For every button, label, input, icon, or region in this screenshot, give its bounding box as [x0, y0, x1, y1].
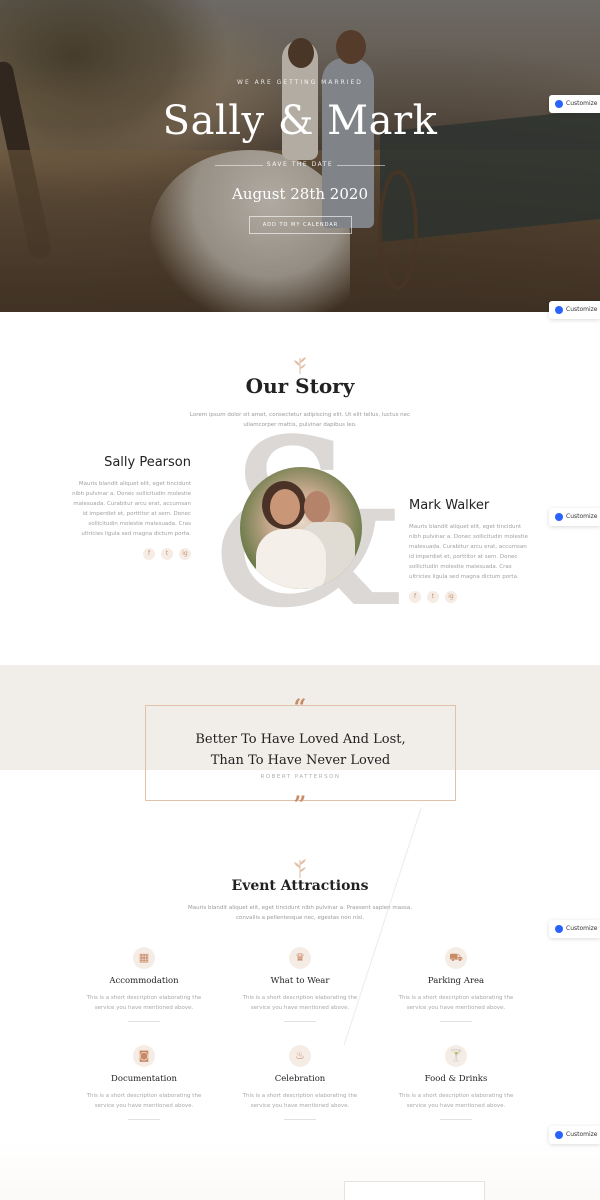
attraction-what-to-wear: ♛ What to Wear This is a short descripti… — [230, 947, 370, 1022]
next-section-card — [344, 1181, 485, 1200]
bride-profile: Sally Pearson Mauris blandit aliquet eli… — [68, 455, 191, 560]
bride-social-links: f t ig — [68, 548, 191, 560]
quote-line-2: Than To Have Never Loved — [210, 753, 391, 768]
attraction-divider — [284, 1021, 316, 1022]
customize-label: Customize — [566, 513, 598, 520]
customize-icon — [555, 513, 563, 521]
photo-bride-face — [270, 489, 300, 525]
camera-icon: ◙ — [133, 1045, 155, 1067]
save-the-date-row: SAVE THE DATE — [215, 160, 385, 170]
instagram-icon[interactable]: ig — [445, 591, 457, 603]
customize-button[interactable]: Customize — [549, 301, 600, 319]
customize-label: Customize — [566, 306, 598, 313]
groom-name: Mark Walker — [409, 498, 490, 513]
cocktail-icon: 🍸 — [445, 1045, 467, 1067]
facebook-icon[interactable]: f — [143, 548, 155, 560]
attraction-divider — [128, 1119, 160, 1120]
customize-icon — [555, 1131, 563, 1139]
bride-bio: Mauris blandit aliquet elit, eget tincid… — [72, 481, 191, 537]
quote-text: Better To Have Loved And Lost, Than To H… — [145, 729, 456, 771]
instagram-icon[interactable]: ig — [179, 548, 191, 560]
sprig-icon — [294, 859, 306, 878]
bride-name: Sally Pearson — [104, 455, 191, 470]
background-branch-decoration — [343, 807, 507, 1073]
groom-bio: Mauris blandit aliquet elit, eget tincid… — [409, 524, 528, 580]
event-attractions-description: Mauris blandit aliquet elit, eget tincid… — [188, 905, 412, 921]
photo-groom-face — [304, 491, 330, 523]
twitter-icon[interactable]: t — [427, 591, 439, 603]
customize-label: Customize — [566, 925, 598, 932]
attraction-documentation: ◙ Documentation This is a short descript… — [74, 1045, 214, 1120]
attraction-description: This is a short description elaborating … — [86, 1093, 202, 1109]
quote-line-1: Better To Have Loved And Lost, — [195, 732, 406, 747]
attraction-description: This is a short description elaborating … — [242, 995, 358, 1011]
attraction-title: Documentation — [111, 1074, 177, 1084]
crown-icon: ♛ — [289, 947, 311, 969]
customize-button[interactable]: Customize — [549, 95, 600, 113]
hero-eyebrow: WE ARE GETTING MARRIED — [237, 79, 363, 86]
attraction-celebration: ♨ Celebration This is a short descriptio… — [230, 1045, 370, 1120]
groom-profile: Mark Walker Mauris blandit aliquet elit,… — [409, 498, 532, 603]
attraction-description: This is a short description elaborating … — [86, 995, 202, 1011]
open-quote-icon: “ — [293, 695, 307, 721]
close-quote-icon: ” — [293, 792, 307, 818]
hero-content: WE ARE GETTING MARRIED Sally & Mark SAVE… — [0, 0, 600, 312]
twitter-icon[interactable]: t — [161, 548, 173, 560]
attraction-accommodation: ▦ Accommodation This is a short descript… — [74, 947, 214, 1022]
attraction-divider — [440, 1119, 472, 1120]
customize-icon — [555, 100, 563, 108]
attraction-title: Celebration — [274, 1074, 326, 1084]
attraction-description: This is a short description elaborating … — [242, 1093, 358, 1109]
attraction-title: Accommodation — [109, 976, 179, 986]
hero-section: WE ARE GETTING MARRIED Sally & Mark SAVE… — [0, 0, 600, 312]
attraction-food-drinks: 🍸 Food & Drinks This is a short descript… — [386, 1045, 526, 1120]
groom-social-links: f t ig — [409, 591, 532, 603]
attraction-description: This is a short description elaborating … — [398, 1093, 514, 1109]
car-icon: ⛟ — [445, 947, 467, 969]
divider-line-right — [337, 165, 385, 166]
cake-icon: ♨ — [289, 1045, 311, 1067]
quote-author: ROBERT PATTERSON — [260, 774, 341, 780]
customize-label: Customize — [566, 1131, 598, 1138]
sprig-icon — [294, 357, 306, 374]
customize-button[interactable]: Customize — [549, 920, 600, 938]
attraction-divider — [440, 1021, 472, 1022]
event-attractions-title: Event Attractions — [231, 878, 369, 894]
couple-photo — [240, 467, 362, 589]
attraction-title: What to Wear — [270, 976, 330, 986]
attraction-divider — [284, 1119, 316, 1120]
facebook-icon[interactable]: f — [409, 591, 421, 603]
hero-title: Sally & Mark — [162, 98, 438, 144]
customize-button[interactable]: Customize — [549, 508, 600, 526]
add-to-calendar-button[interactable]: ADD TO MY CALENDAR — [249, 216, 352, 234]
attraction-title: Parking Area — [427, 976, 485, 986]
attraction-parking-area: ⛟ Parking Area This is a short descripti… — [386, 947, 526, 1022]
customize-icon — [555, 925, 563, 933]
section-bottom-fade — [0, 1140, 600, 1200]
attraction-description: This is a short description elaborating … — [398, 995, 514, 1011]
hotel-icon: ▦ — [133, 947, 155, 969]
customize-label: Customize — [566, 100, 598, 107]
attraction-divider — [128, 1021, 160, 1022]
customize-icon — [555, 306, 563, 314]
photo-bride-dress — [256, 529, 326, 589]
wedding-date: August 28th 2020 — [232, 185, 368, 203]
attraction-title: Food & Drinks — [424, 1074, 488, 1084]
